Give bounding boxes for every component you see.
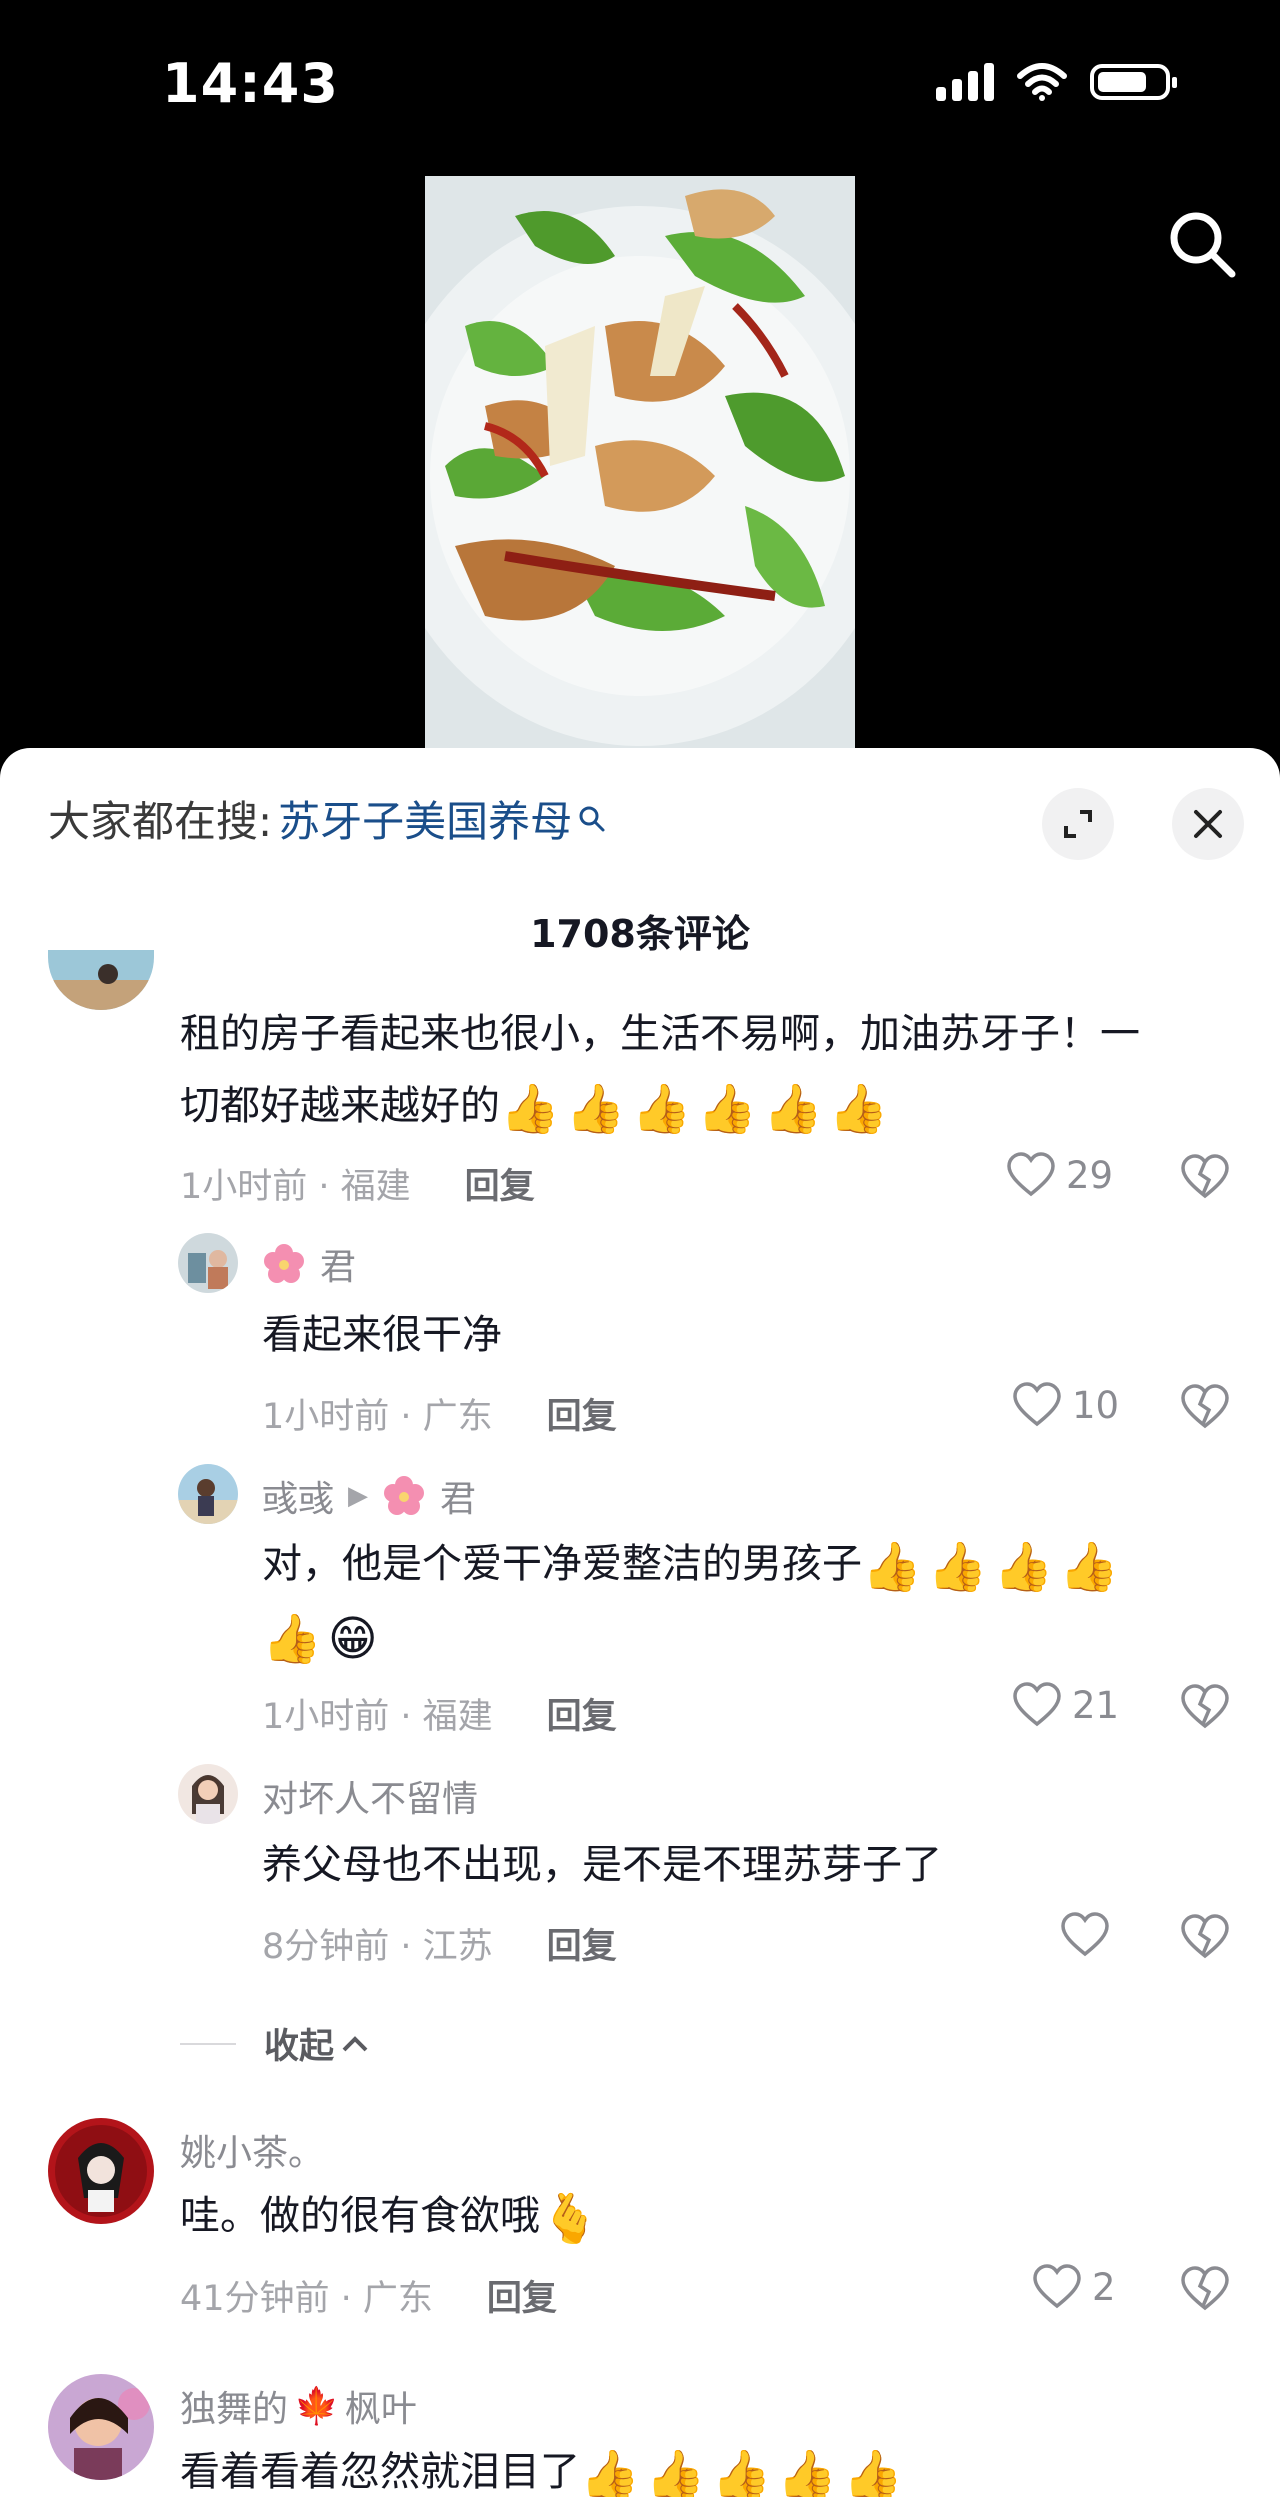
comment-meta: 1小时前 · 福建 回复 bbox=[180, 1158, 535, 1209]
username-text: 枫叶 bbox=[344, 2389, 417, 2430]
username-text: 独舞的 bbox=[180, 2389, 289, 2430]
reply-button[interactable]: 回复 bbox=[487, 2270, 557, 2321]
heart-hands-emoji: 🫰 bbox=[540, 2191, 600, 2247]
avatar[interactable] bbox=[48, 950, 154, 1010]
close-button[interactable] bbox=[1172, 788, 1244, 860]
expand-button[interactable] bbox=[1042, 788, 1114, 860]
comment-text: 对，他是个爱干净爱整洁的男孩子👍 👍 👍 👍 👍 😁 bbox=[262, 1528, 1222, 1672]
comment-text: 租的房子看起来也很小，生活不易啊，加油苏牙子！一 切都好越来越好的👍 👍 👍 👍 👍 👍 bbox=[180, 998, 1140, 1142]
comment-text-line: 哇。做的很有食欲哦 bbox=[180, 2193, 540, 2239]
cherry-blossom-icon bbox=[264, 1244, 304, 1283]
wifi-icon bbox=[1017, 63, 1067, 101]
heart-icon bbox=[1033, 2264, 1081, 2309]
time-location: 1小时前 · 福建 bbox=[262, 1697, 493, 1737]
comment-text: 养父母也不出现，是不是不理苏芽子了 bbox=[262, 1842, 942, 1888]
comment-meta: 1小时前 · 福建 回复 bbox=[262, 1688, 617, 1739]
like-button[interactable]: 2 bbox=[1032, 2264, 1116, 2310]
like-count: 29 bbox=[1066, 1153, 1114, 1197]
thumbs-up-emojis: 👍 👍 👍 👍 👍 👍 bbox=[500, 1081, 889, 1137]
time-location: 1小时前 · 广东 bbox=[262, 1397, 493, 1437]
like-button[interactable]: 10 bbox=[1012, 1382, 1119, 1428]
username[interactable]: 姚小茶。 bbox=[180, 2124, 324, 2176]
collapse-replies-button[interactable]: 收起 bbox=[180, 2018, 370, 2069]
comment-text-line: 对，他是个爱干净爱整洁的男孩子 bbox=[262, 1541, 862, 1587]
dislike-icon[interactable] bbox=[1180, 1914, 1230, 1960]
username[interactable]: 彧彧 ▶ 君 bbox=[262, 1470, 476, 1522]
reply-to-username: 君 bbox=[440, 1479, 477, 1520]
time-location: 1小时前 · 福建 bbox=[180, 1167, 411, 1207]
reply-arrow-icon: ▶ bbox=[348, 1481, 369, 1511]
dislike-icon[interactable] bbox=[1180, 1384, 1230, 1430]
maple-leaf-icon: 🍁 bbox=[294, 2386, 339, 2427]
avatar[interactable] bbox=[178, 1764, 238, 1824]
reply-button[interactable]: 回复 bbox=[465, 1158, 535, 1209]
cellular-signal-icon bbox=[936, 63, 994, 101]
expand-icon bbox=[1064, 810, 1092, 838]
dislike-icon[interactable] bbox=[1180, 2266, 1230, 2312]
hot-search-bar[interactable]: 大家都在搜: 苏牙子美国养母 bbox=[48, 788, 606, 849]
thumbs-up-emojis: 👍 👍 👍 👍 👍 bbox=[580, 2447, 903, 2497]
status-icons bbox=[936, 62, 1177, 102]
heart-icon bbox=[1007, 1152, 1055, 1197]
search-icon bbox=[579, 806, 605, 831]
dislike-icon[interactable] bbox=[1180, 1684, 1230, 1730]
username-text: 君 bbox=[320, 1247, 357, 1288]
collapse-label: 收起 bbox=[264, 2027, 335, 2067]
comment-text-line: 看着看着忽然就泪目了 bbox=[180, 2449, 580, 2495]
hot-search-term[interactable]: 苏牙子美国养母 bbox=[278, 788, 572, 849]
comment-sheet: 大家都在搜: 苏牙子美国养母 1708条评论 租的房子看起来也很小，生活不易啊，… bbox=[0, 748, 1280, 2497]
grin-emoji: 😁 bbox=[327, 1611, 378, 1667]
hot-search-prefix: 大家都在搜: bbox=[48, 797, 273, 846]
username[interactable]: 对坏人不留情 bbox=[262, 1770, 478, 1822]
dislike-icon[interactable] bbox=[1180, 1154, 1230, 1200]
like-count: 21 bbox=[1072, 1683, 1120, 1727]
comment-meta: 41分钟前 · 广东 回复 bbox=[180, 2270, 557, 2321]
like-button[interactable]: 21 bbox=[1012, 1682, 1119, 1728]
chevron-up-icon bbox=[342, 2035, 368, 2051]
reply-button[interactable]: 回复 bbox=[547, 1918, 617, 1969]
comment-text: 看着看着忽然就泪目了👍 👍 👍 👍 👍 bbox=[180, 2436, 909, 2497]
comment-text-line: 租的房子看起来也很小，生活不易啊，加油苏牙子！一 bbox=[180, 1011, 1140, 1057]
comment-text: 看起来很干净 bbox=[262, 1312, 502, 1358]
like-count: 10 bbox=[1072, 1383, 1120, 1427]
reply-button[interactable]: 回复 bbox=[547, 1388, 617, 1439]
username[interactable]: 君 bbox=[262, 1238, 356, 1290]
comment-meta: 8分钟前 · 江苏 回复 bbox=[262, 1918, 617, 1969]
status-time: 14:43 bbox=[162, 52, 339, 115]
battery-icon bbox=[1090, 64, 1177, 100]
heart-icon bbox=[1061, 1912, 1109, 1957]
avatar[interactable] bbox=[48, 2118, 154, 2224]
comment-meta: 1小时前 · 广东 回复 bbox=[262, 1388, 617, 1439]
like-count: 2 bbox=[1092, 2265, 1116, 2309]
comment-text-line: 切都好越来越好的 bbox=[180, 1083, 500, 1129]
cherry-blossom-icon bbox=[384, 1476, 425, 1515]
comment-text: 哇。做的很有食欲哦🫰 bbox=[180, 2180, 606, 2252]
avatar[interactable] bbox=[48, 2374, 154, 2480]
reply-button[interactable]: 回复 bbox=[547, 1688, 617, 1739]
search-icon[interactable] bbox=[1162, 204, 1242, 284]
time-location: 41分钟前 · 广东 bbox=[180, 2279, 433, 2319]
avatar[interactable] bbox=[178, 1233, 238, 1293]
username-text: 彧彧 bbox=[262, 1479, 335, 1520]
video-thumbnail[interactable] bbox=[425, 176, 855, 751]
like-button[interactable]: 29 bbox=[1006, 1152, 1113, 1198]
username[interactable]: 独舞的 🍁 枫叶 bbox=[180, 2380, 417, 2432]
divider bbox=[180, 2042, 236, 2045]
heart-icon bbox=[1013, 1682, 1061, 1727]
close-icon bbox=[1194, 810, 1222, 838]
avatar[interactable] bbox=[178, 1464, 238, 1524]
time-location: 8分钟前 · 江苏 bbox=[262, 1927, 493, 1967]
comment-count: 1708条评论 bbox=[530, 912, 750, 956]
heart-icon bbox=[1013, 1382, 1061, 1427]
like-button[interactable] bbox=[1060, 1912, 1120, 1958]
